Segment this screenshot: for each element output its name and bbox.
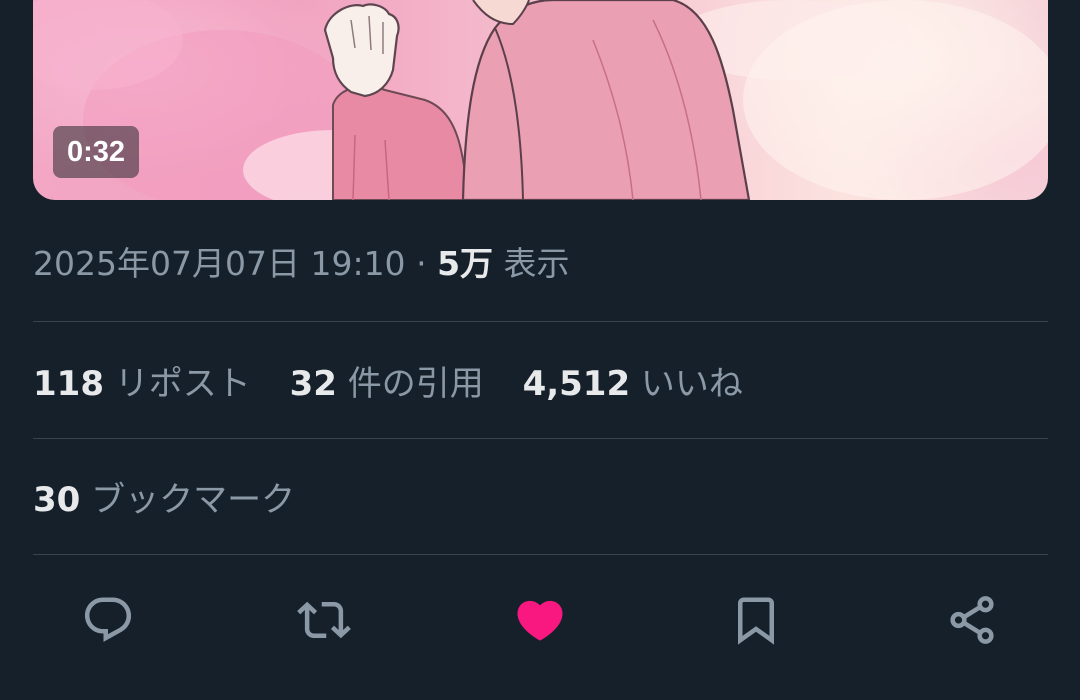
view-label: 表示 [503,244,570,283]
bookmark-button[interactable] [724,588,788,652]
divider [33,438,1048,439]
reposts-count: 118 [33,364,104,404]
meta-separator: · [416,244,427,283]
likes-stat[interactable]: 4,512 いいね [523,364,743,404]
view-count: 5万 [437,244,494,283]
video-duration-badge: 0:32 [53,126,140,178]
repost-icon [297,601,351,639]
bookmark-icon [738,597,774,645]
reply-button[interactable] [76,588,140,652]
reposts-label: リポスト [114,364,251,404]
engagement-stats: 118 リポスト 32 件の引用 4,512 いいね [33,362,771,406]
video-player[interactable]: 0:32 [33,0,1048,200]
like-button[interactable] [508,588,572,652]
quotes-label: 件の引用 [347,364,484,404]
video-thumbnail-illustration [33,0,1048,200]
quotes-count: 32 [289,364,337,404]
likes-count: 4,512 [522,364,631,404]
divider [33,321,1048,322]
reply-icon [84,597,132,642]
bookmarks-count: 30 [33,480,81,520]
repost-button[interactable] [292,588,356,652]
heart-icon [517,600,563,641]
bookmarks-label: ブックマーク [91,480,296,520]
reposts-stat[interactable]: 118 リポスト [33,364,251,404]
tweet-timestamp[interactable]: 2025年07月07日 19:10 [33,244,406,283]
bookmark-stats: 30 ブックマーク [33,478,323,522]
divider [33,554,1048,555]
likes-label: いいね [640,364,743,404]
tweet-meta: 2025年07月07日 19:10 · 5万 表示 [33,242,570,286]
tweet-detail: 0:32 2025年07月07日 19:10 · 5万 表示 118 リポスト … [0,0,1080,700]
share-icon [950,596,994,644]
action-bar [0,588,1080,652]
share-button[interactable] [940,588,1004,652]
quotes-stat[interactable]: 32 件の引用 [290,364,484,404]
bookmarks-stat[interactable]: 30 ブックマーク [33,480,295,520]
